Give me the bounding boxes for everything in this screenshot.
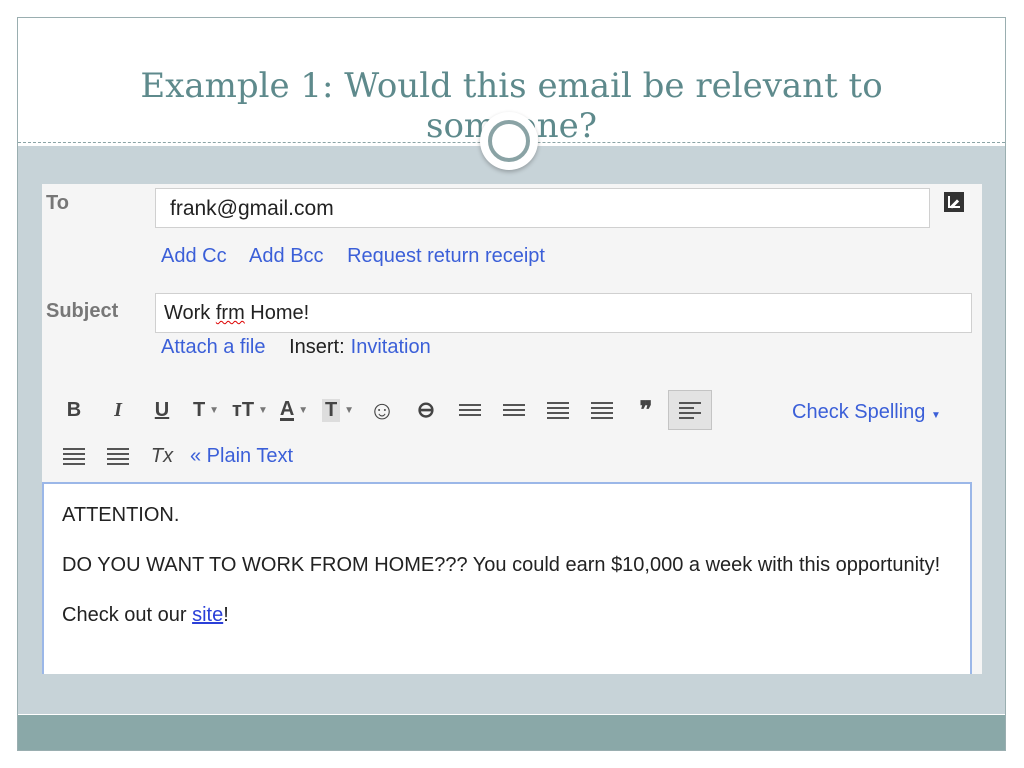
subject-text-pre: Work — [164, 302, 216, 324]
message-body[interactable]: ATTENTION. DO YOU WANT TO WORK FROM HOME… — [42, 482, 972, 674]
bold-icon: B — [66, 398, 82, 421]
subject-field[interactable]: Work frm Home! — [155, 293, 972, 333]
formatting-toolbar-row-2: Tx « Plain Text — [52, 434, 293, 478]
chevron-down-icon: ▼ — [258, 404, 268, 416]
emoji-icon: ☺ — [368, 394, 396, 425]
body-line-3: Check out our site! — [62, 602, 952, 628]
check-spelling-button[interactable]: Check Spelling ▼ — [792, 401, 941, 424]
remove-formatting-button[interactable]: Tx — [140, 436, 184, 476]
highlight-icon: T — [321, 398, 341, 422]
emoji-button[interactable]: ☺ — [360, 390, 404, 430]
subject-text-post: Home! — [244, 302, 310, 324]
chevron-down-icon: ▼ — [209, 404, 220, 416]
indent-less-icon — [547, 401, 569, 419]
insert-label: Insert: — [289, 336, 345, 358]
to-field[interactable]: frank@gmail.com — [155, 188, 930, 228]
bold-button[interactable]: B — [52, 390, 96, 430]
indent-more-button[interactable] — [580, 390, 624, 430]
plain-text-link[interactable]: « Plain Text — [190, 445, 293, 468]
underline-icon: U — [154, 398, 170, 421]
attach-file-link[interactable]: Attach a file — [161, 336, 266, 358]
to-label: To — [46, 192, 69, 214]
align-right-button[interactable] — [96, 436, 140, 476]
italic-icon: I — [114, 398, 122, 421]
chevron-down-icon: ▼ — [298, 404, 309, 416]
quote-button[interactable]: ❞ — [624, 390, 668, 430]
body-line-2: DO YOU WANT TO WORK FROM HOME??? You cou… — [62, 554, 941, 576]
text-color-icon: A — [279, 397, 295, 421]
footer-band — [18, 715, 1005, 750]
font-icon: T — [192, 398, 206, 421]
underline-button[interactable]: U — [140, 390, 184, 430]
body-line-3-end: ! — [223, 604, 229, 626]
align-left-icon — [679, 401, 701, 419]
formatting-toolbar: B I U T ▼ тT ▼ A ▼ T ▼ ☺ ⊖ ❞ — [52, 390, 712, 430]
request-receipt-link[interactable]: Request return receipt — [347, 245, 545, 267]
email-compose-screenshot: To frank@gmail.com Add Cc Add Bcc Reques… — [42, 184, 982, 674]
indent-less-button[interactable] — [536, 390, 580, 430]
highlight-button[interactable]: T ▼ — [316, 390, 360, 430]
font-button[interactable]: T ▼ — [184, 390, 228, 430]
site-link[interactable]: site — [192, 604, 223, 626]
circle-ornament — [480, 112, 538, 170]
text-size-icon: тT — [232, 398, 255, 421]
chevron-down-icon: ▼ — [344, 404, 355, 416]
invitation-link[interactable]: Invitation — [351, 336, 431, 358]
subject-label: Subject — [46, 300, 119, 322]
check-spelling-label: Check Spelling — [792, 401, 926, 423]
bulleted-list-button[interactable] — [492, 390, 536, 430]
size-button[interactable]: тT ▼ — [228, 390, 272, 430]
indent-more-icon — [591, 401, 613, 419]
numbered-list-icon — [459, 404, 481, 416]
align-center-button[interactable] — [52, 436, 96, 476]
body-line-1: ATTENTION. — [62, 504, 180, 526]
popout-icon[interactable] — [944, 192, 964, 212]
add-cc-link[interactable]: Add Cc — [161, 245, 227, 267]
link-icon: ⊖ — [416, 397, 436, 422]
align-right-icon — [107, 447, 129, 465]
numbered-list-button[interactable] — [448, 390, 492, 430]
text-color-button[interactable]: A ▼ — [272, 390, 316, 430]
quote-icon: ❞ — [639, 396, 653, 424]
body-line-3-text: Check out our — [62, 604, 193, 626]
link-button[interactable]: ⊖ — [404, 390, 448, 430]
slide-title-line-1: Example 1: Would this email be relevant … — [140, 66, 883, 106]
add-bcc-link[interactable]: Add Bcc — [249, 245, 323, 267]
attach-row: Attach a file Insert: Invitation — [161, 336, 449, 359]
italic-button[interactable]: I — [96, 390, 140, 430]
misspelled-word: frm — [215, 302, 245, 324]
chevron-down-icon: ▼ — [930, 410, 941, 421]
recipient-links: Add Cc Add Bcc Request return receipt — [161, 245, 563, 268]
bulleted-list-icon — [503, 404, 525, 416]
remove-formatting-icon: Tx — [150, 444, 174, 467]
align-left-button[interactable] — [668, 390, 712, 430]
align-center-icon — [63, 447, 85, 465]
